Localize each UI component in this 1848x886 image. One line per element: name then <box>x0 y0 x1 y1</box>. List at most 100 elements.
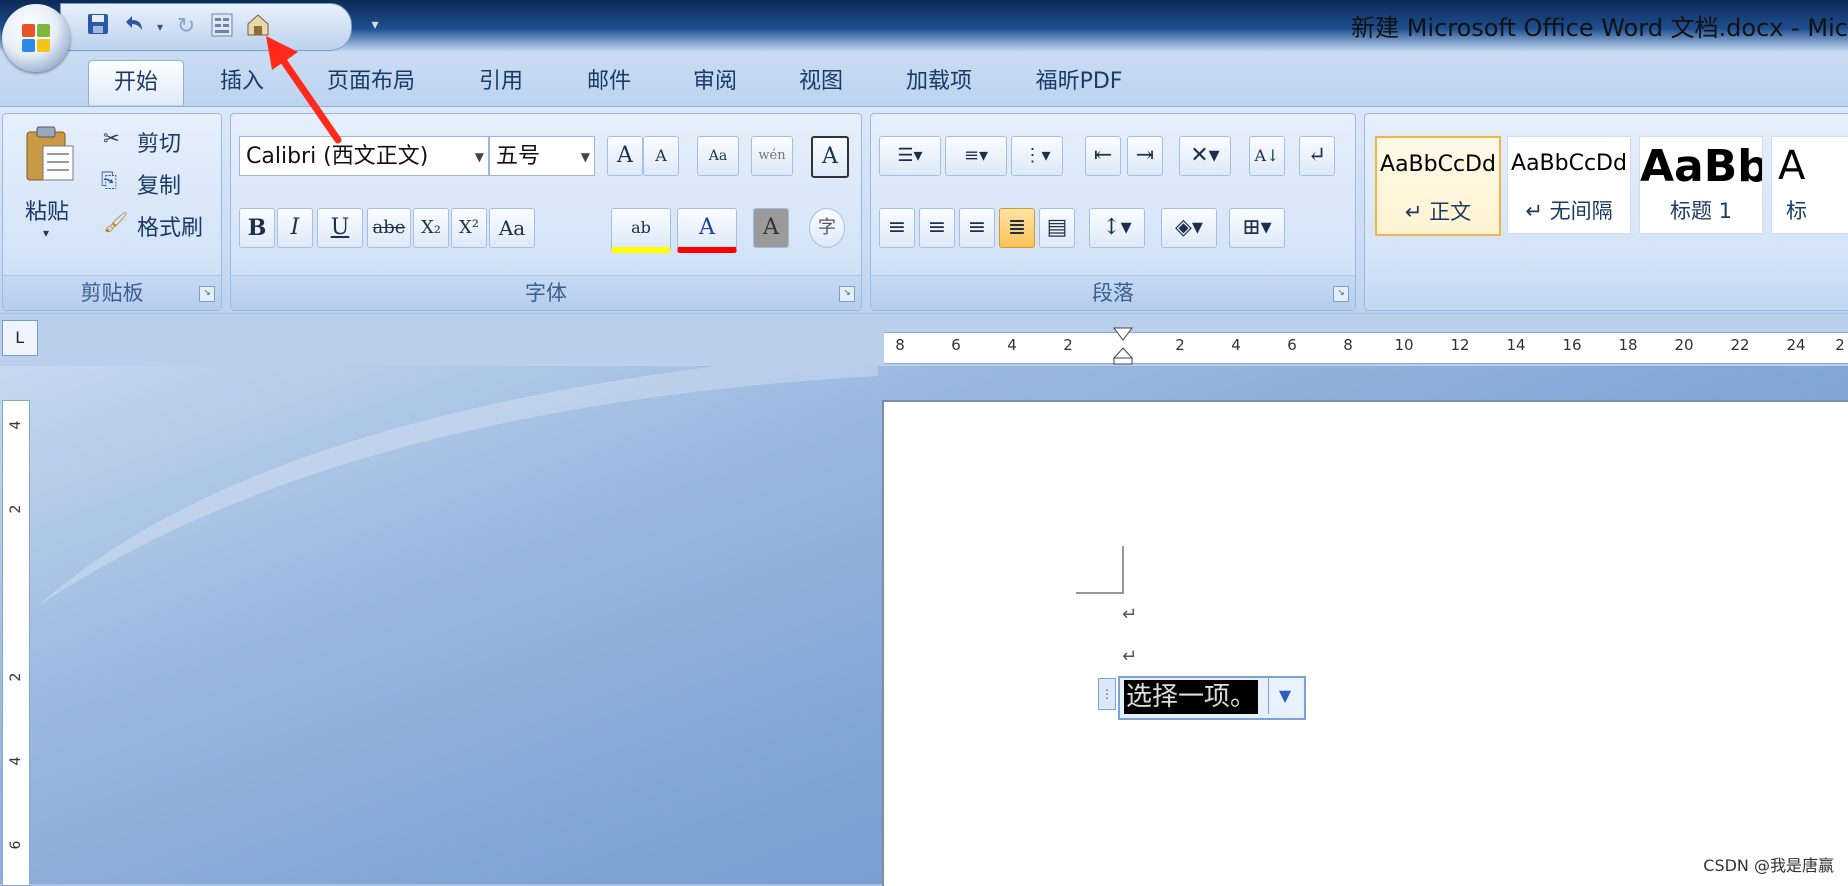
style-name: 标 <box>1786 199 1807 223</box>
justify-icon[interactable]: ≣ <box>999 208 1035 248</box>
paragraph-mark: ↵ <box>1122 646 1138 667</box>
grow-font-button[interactable]: A <box>607 136 643 176</box>
document-page[interactable] <box>882 400 1848 886</box>
align-right-icon[interactable]: ≡ <box>959 208 995 248</box>
subscript-button[interactable]: X₂ <box>413 208 449 248</box>
vertical-ruler[interactable]: 4 2 2 4 6 <box>2 400 30 886</box>
style-sample: AaBbCcDd <box>1511 151 1627 176</box>
ruler-number: 8 <box>1343 336 1353 354</box>
cut-button[interactable]: 剪切 <box>137 126 181 158</box>
line-spacing-icon[interactable]: ↕▾ <box>1089 208 1145 248</box>
tab-mailings[interactable]: 邮件 <box>574 60 644 104</box>
ruler-number: 10 <box>1394 336 1414 354</box>
paste-button[interactable]: 粘贴 <box>25 194 69 226</box>
chinese-layout-icon[interactable]: ✕▾ <box>1179 136 1231 176</box>
enclose-char-button[interactable]: 字 <box>809 208 845 248</box>
tab-foxit-pdf[interactable]: 福昕PDF <box>1024 60 1134 104</box>
office-button[interactable] <box>2 4 70 72</box>
style-normal[interactable]: AaBbCcDd ↵ 正文 <box>1375 136 1501 236</box>
font-launcher-icon[interactable]: ↘ <box>839 286 855 302</box>
shading-icon[interactable]: ◈▾ <box>1161 208 1217 248</box>
numbering-icon[interactable]: ≡▾ <box>945 136 1007 176</box>
format-painter-button[interactable]: 格式刷 <box>137 210 203 242</box>
tab-review[interactable]: 审阅 <box>680 60 750 104</box>
increase-indent-icon[interactable]: ⇥ <box>1127 136 1163 176</box>
ruler-number: 2 <box>1175 336 1185 354</box>
highlight-button[interactable]: ab <box>611 208 671 253</box>
multilevel-list-icon[interactable]: ⋮▾ <box>1011 136 1063 176</box>
annotation-arrow <box>266 36 342 144</box>
ruler-number: 4 <box>8 420 24 430</box>
redo-icon[interactable]: ↻ <box>171 12 201 42</box>
form-fields-icon[interactable] <box>207 12 237 42</box>
style-sample: A <box>1778 143 1806 189</box>
font-size-combo[interactable]: 五号 ▼ <box>489 136 595 176</box>
content-control-text[interactable]: 选择一项。 <box>1124 680 1259 714</box>
decrease-indent-icon[interactable]: ⇤ <box>1085 136 1121 176</box>
content-control-dropdown-button[interactable]: ▼ <box>1268 678 1301 714</box>
indent-marker-icon[interactable] <box>1112 326 1134 366</box>
tab-selector[interactable]: L <box>2 320 38 356</box>
borders-icon[interactable]: ⊞▾ <box>1229 208 1285 248</box>
horizontal-ruler[interactable]: 8 6 4 2 2 4 6 8 10 12 14 16 18 20 22 24 … <box>884 332 1848 364</box>
tab-view[interactable]: 视图 <box>786 60 856 104</box>
italic-button[interactable]: I <box>277 208 313 248</box>
paste-dropdown-icon[interactable]: ▾ <box>43 226 49 240</box>
ruler-number: 22 <box>1730 336 1750 354</box>
chevron-down-icon[interactable]: ▼ <box>475 137 484 175</box>
clipboard-group-label: 剪贴板 <box>3 275 221 310</box>
paragraph-group: ☰▾ ≡▾ ⋮▾ ⇤ ⇥ ✕▾ A↓ ↵ ≡ ≡ ≡ ≣ ▤ ↕▾ ◈▾ ⊞▾ … <box>870 113 1356 311</box>
align-center-icon[interactable]: ≡ <box>919 208 955 248</box>
style-heading-2[interactable]: A 标 <box>1771 136 1848 234</box>
paragraph-launcher-icon[interactable]: ↘ <box>1333 286 1349 302</box>
save-icon[interactable] <box>83 12 113 42</box>
style-no-spacing[interactable]: AaBbCcDd ↵ 无间隔 <box>1507 136 1631 234</box>
paste-icon[interactable] <box>21 124 77 184</box>
ruler-number: 2 <box>1835 336 1845 354</box>
watermark: CSDN @我是唐赢 <box>1703 856 1834 875</box>
font-group-label: 字体 <box>231 275 861 310</box>
superscript-button[interactable]: X² <box>451 208 487 248</box>
underline-button[interactable]: U <box>317 208 363 248</box>
ruler-number: 6 <box>951 336 961 354</box>
copy-icon: ⎘ <box>101 168 117 192</box>
char-border-button[interactable]: A <box>811 136 849 178</box>
format-painter-icon: 🖌 <box>103 210 129 234</box>
clipboard-group: 粘贴 ▾ ✂ 剪切 ⎘ 复制 🖌 格式刷 剪贴板 ↘ <box>2 113 222 311</box>
ruler-number: 12 <box>1450 336 1470 354</box>
phonetic-guide-button[interactable]: wén <box>751 136 793 176</box>
chevron-down-icon[interactable]: ▼ <box>581 137 590 175</box>
tab-references[interactable]: 引用 <box>466 60 536 104</box>
clipboard-launcher-icon[interactable]: ↘ <box>199 286 215 302</box>
ruler-number: 4 <box>1007 336 1017 354</box>
ruler-number: 24 <box>1786 336 1806 354</box>
content-control-handle[interactable]: ⋮ <box>1098 678 1116 710</box>
change-case-button[interactable]: Aa <box>489 208 535 248</box>
copy-button[interactable]: 复制 <box>137 168 181 200</box>
paragraph-mark: ↵ <box>1122 604 1138 625</box>
styles-group: AaBbCcDd ↵ 正文 AaBbCcDd ↵ 无间隔 AaBb 标题 1 A… <box>1364 113 1848 311</box>
customize-qat-button[interactable]: ▾ <box>360 10 390 40</box>
clear-format-button[interactable]: Aa <box>697 136 739 176</box>
margin-crop-mark <box>1076 546 1124 594</box>
bullets-icon[interactable]: ☰▾ <box>879 136 941 176</box>
bold-button[interactable]: B <box>239 208 275 248</box>
background-swoosh <box>38 366 878 606</box>
align-left-icon[interactable]: ≡ <box>879 208 915 248</box>
style-sample: AaBbCcDd <box>1380 152 1496 177</box>
tab-addins[interactable]: 加载项 <box>894 60 984 104</box>
ruler-number: 18 <box>1618 336 1638 354</box>
strikethrough-button[interactable]: abe <box>367 208 411 248</box>
distributed-icon[interactable]: ▤ <box>1039 208 1075 248</box>
font-color-button[interactable]: A <box>677 208 737 253</box>
sort-icon[interactable]: A↓ <box>1249 136 1285 176</box>
show-marks-icon[interactable]: ↵ <box>1299 136 1335 176</box>
style-name: ↵ 无间隔 <box>1525 199 1613 223</box>
shrink-font-button[interactable]: A <box>643 136 679 176</box>
ruler-number: 2 <box>8 672 24 682</box>
char-shading-button[interactable]: A <box>753 208 789 248</box>
paragraph-group-label: 段落 <box>871 275 1355 310</box>
tab-home[interactable]: 开始 <box>88 60 184 105</box>
style-heading-1[interactable]: AaBb 标题 1 <box>1639 136 1763 234</box>
style-name: ↵ 正文 <box>1404 200 1472 224</box>
